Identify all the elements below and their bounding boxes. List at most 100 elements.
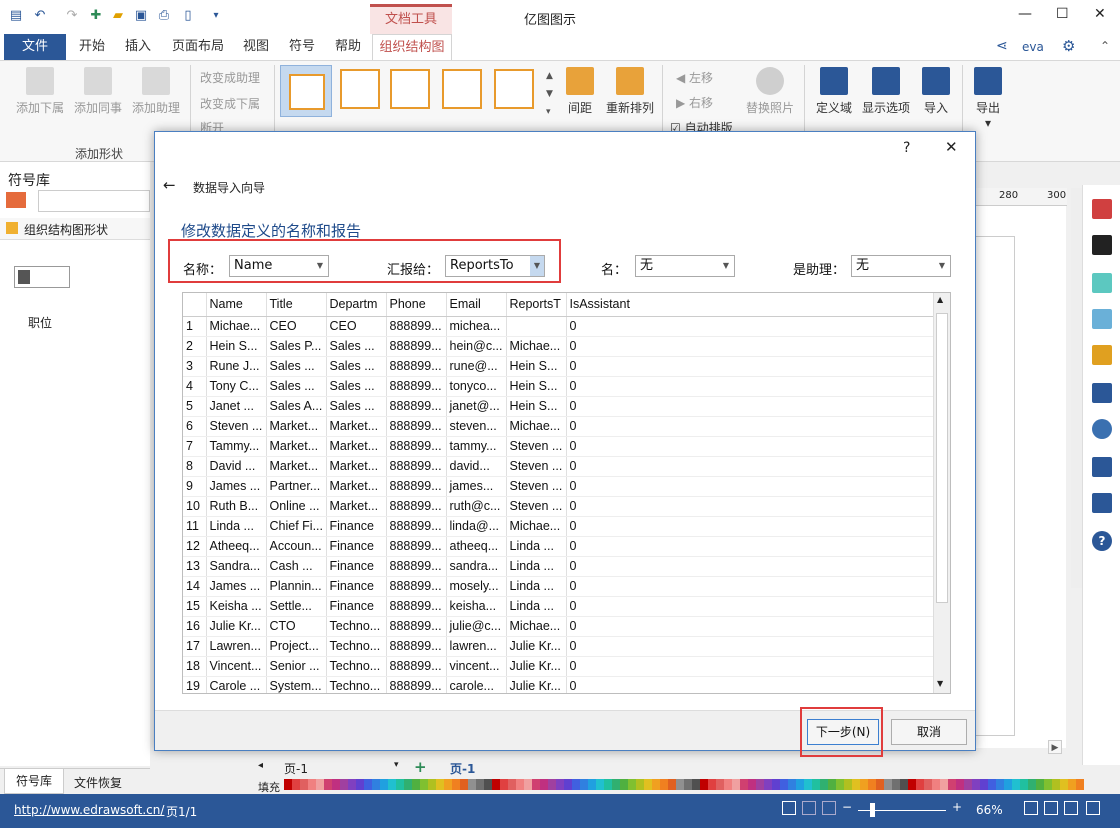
color-swatch[interactable] [860,779,868,790]
table-row[interactable]: 15 Keisha ... Settle... Finance 888899... kei… [183,596,935,617]
row-index-header[interactable] [183,293,207,317]
tab-symbol-library[interactable]: 符号库 [4,769,64,794]
color-swatch[interactable] [876,779,884,790]
color-swatch[interactable] [980,779,988,790]
page-icon[interactable] [1092,383,1112,403]
color-swatch[interactable] [492,779,500,790]
table-row[interactable]: 16 Julie Kr... CTO Techno... 888899... julie@… [183,616,935,637]
color-swatch[interactable] [940,779,948,790]
color-swatch[interactable] [732,779,740,790]
color-swatch[interactable] [804,779,812,790]
color-swatch[interactable] [780,779,788,790]
table-row[interactable]: 11 Linda ... Chief Fi... Finance 888899... li… [183,516,935,537]
color-swatch[interactable] [1036,779,1044,790]
add-subordinate-button[interactable]: 添加下属 [14,67,66,116]
layout-style-5-button[interactable] [494,69,534,109]
color-swatch[interactable] [460,779,468,790]
customize-icon[interactable]: ▾ [208,8,224,24]
settings-gear-icon[interactable]: ⚙ [1062,37,1075,55]
tab-file-recovery[interactable]: 文件恢复 [74,774,122,791]
color-swatch[interactable] [692,779,700,790]
undo-icon[interactable]: ↶ [32,8,48,24]
color-swatch[interactable] [708,779,716,790]
color-swatch[interactable] [364,779,372,790]
color-swatch[interactable] [436,779,444,790]
color-swatch[interactable] [564,779,572,790]
color-swatch[interactable] [468,779,476,790]
color-swatch[interactable] [1068,779,1076,790]
color-swatch[interactable] [340,779,348,790]
color-swatch[interactable] [324,779,332,790]
color-swatch[interactable] [292,779,300,790]
column-header[interactable]: Name [206,293,267,317]
color-swatch[interactable] [1028,779,1036,790]
layout-gallery-scroll[interactable]: ▲ ▼ ▾ [546,67,553,121]
tab-help[interactable]: 帮助 [328,34,368,60]
color-swatch[interactable] [348,779,356,790]
dialog-close-button[interactable]: ✕ [945,138,958,156]
table-row[interactable]: 14 James ... Plannin... Finance 888899... mos… [183,576,935,597]
color-swatch[interactable] [452,779,460,790]
shadow-icon[interactable] [1092,273,1112,293]
color-swatch[interactable] [756,779,764,790]
add-assistant-button[interactable]: 添加助理 [130,67,182,116]
color-swatch[interactable] [852,779,860,790]
table-row[interactable]: 5 Janet ... Sales A... Sales ... 888899... ja… [183,396,935,417]
color-swatch[interactable] [332,779,340,790]
table-row[interactable]: 2 Hein S... Sales P... Sales ... 888899... he… [183,336,935,357]
color-swatch[interactable] [964,779,972,790]
column-header[interactable]: ReportsT [506,293,567,317]
layout-style-3-button[interactable] [390,69,430,109]
maximize-button[interactable]: ☐ [1056,6,1069,22]
color-swatch[interactable] [412,779,420,790]
table-row[interactable]: 8 David ... Market... Market... 888899... dav… [183,456,935,477]
column-header[interactable]: Email [446,293,507,317]
color-swatch[interactable] [476,779,484,790]
color-swatch[interactable] [404,779,412,790]
color-swatch[interactable] [580,779,588,790]
full-screen-icon[interactable] [1044,801,1058,815]
column-header[interactable]: Title [266,293,327,317]
color-swatch[interactable] [972,779,980,790]
user-name[interactable]: eva [1022,40,1044,54]
color-swatch[interactable] [924,779,932,790]
table-row[interactable]: 6 Steven ... Market... Market... 888899... st… [183,416,935,437]
table-row[interactable]: 4 Tony C... Sales ... Sales ... 888899... ton… [183,376,935,397]
zoom-slider-thumb[interactable] [870,803,875,817]
minimize-button[interactable]: — [1018,6,1032,22]
color-swatch[interactable] [652,779,660,790]
table-row[interactable]: 13 Sandra... Cash ... Finance 888899... sandr… [183,556,935,577]
layers-icon[interactable] [1092,345,1112,365]
column-header[interactable]: IsAssistant [566,293,935,317]
color-swatch[interactable] [588,779,596,790]
color-swatch[interactable] [844,779,852,790]
color-swatch[interactable] [1012,779,1020,790]
close-window-button[interactable]: ✕ [1094,6,1106,22]
open-icon[interactable]: ▰ [110,8,126,24]
grid-vertical-scrollbar[interactable]: ▲ ▼ [933,293,950,693]
color-swatch[interactable] [508,779,516,790]
page-nav-left[interactable]: ◂ [258,760,263,771]
color-swatch[interactable] [612,779,620,790]
table-row[interactable]: 1 Michae... CEO CEO 888899... michea... 0 [183,316,935,337]
color-swatch[interactable] [988,779,996,790]
new-icon[interactable]: ✚ [88,8,104,24]
color-swatch[interactable] [1052,779,1060,790]
spacing-button[interactable]: 间距 [562,67,598,116]
color-swatch[interactable] [956,779,964,790]
color-swatch[interactable] [308,779,316,790]
library-icon[interactable] [6,192,26,208]
search-input[interactable] [38,190,150,212]
define-domain-button[interactable]: 定义域 [812,67,856,116]
is-assistant-select[interactable]: 无 ▼ [851,255,951,277]
library-category[interactable]: 组织结构图形状 [0,218,150,240]
data-preview-grid[interactable]: Name Title Departm Phone Email ReportsT IsAssi… [182,292,951,694]
layout-style-2-button[interactable] [340,69,380,109]
color-swatch[interactable] [748,779,756,790]
back-arrow-icon[interactable]: ← [163,176,176,194]
color-swatch[interactable] [668,779,676,790]
color-swatch[interactable] [388,779,396,790]
color-swatch[interactable] [836,779,844,790]
color-swatch[interactable] [684,779,692,790]
color-swatch[interactable] [1076,779,1084,790]
